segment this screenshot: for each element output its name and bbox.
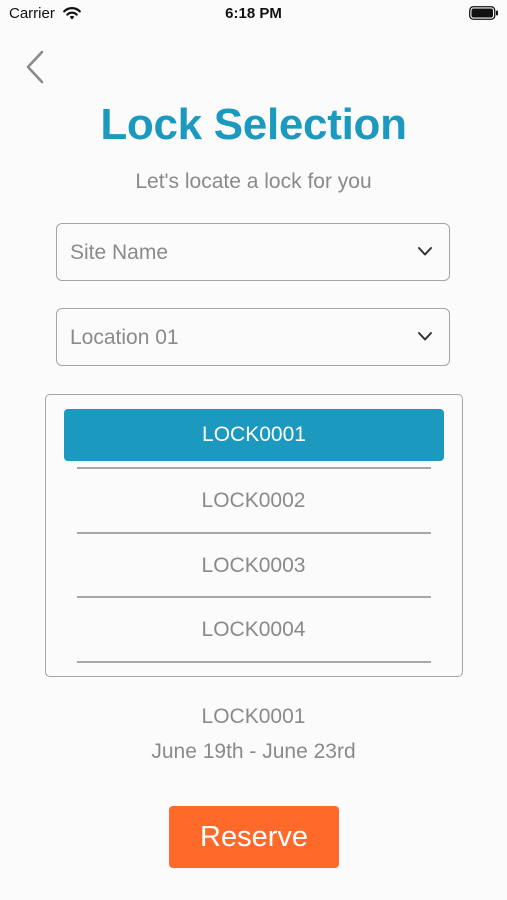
list-divider — [77, 467, 431, 469]
clock: 6:18 PM — [225, 5, 282, 22]
location-select[interactable]: Location 01 — [56, 308, 450, 366]
lock-item[interactable]: LOCK0003 — [46, 540, 461, 592]
back-button[interactable] — [18, 46, 54, 88]
chevron-down-icon — [418, 247, 432, 256]
list-divider — [77, 532, 431, 534]
reservation-dates: June 19th - June 23rd — [151, 740, 356, 763]
site-name-value: Site Name — [70, 241, 169, 264]
chevron-left-icon — [26, 50, 44, 84]
reserve-button[interactable]: Reserve — [169, 806, 339, 868]
location-value: Location 01 — [70, 326, 179, 349]
status-bar: Carrier 6:18 PM — [0, 0, 507, 30]
site-name-select[interactable]: Site Name — [56, 223, 450, 281]
list-divider — [77, 596, 431, 598]
selected-lock-label: LOCK0001 — [201, 705, 306, 728]
lock-item[interactable]: LOCK0002 — [46, 475, 461, 527]
lock-picker[interactable]: LOCK0001 LOCK0002 LOCK0003 LOCK0004 — [45, 394, 463, 677]
lock-item[interactable]: LOCK0004 — [46, 604, 461, 656]
battery-icon — [469, 6, 498, 20]
lock-item-selected[interactable]: LOCK0001 — [64, 409, 444, 461]
page-title: Lock Selection — [100, 100, 407, 149]
page-subtitle: Let's locate a lock for you — [135, 170, 372, 193]
chevron-down-icon — [418, 332, 432, 341]
list-divider — [77, 661, 431, 663]
